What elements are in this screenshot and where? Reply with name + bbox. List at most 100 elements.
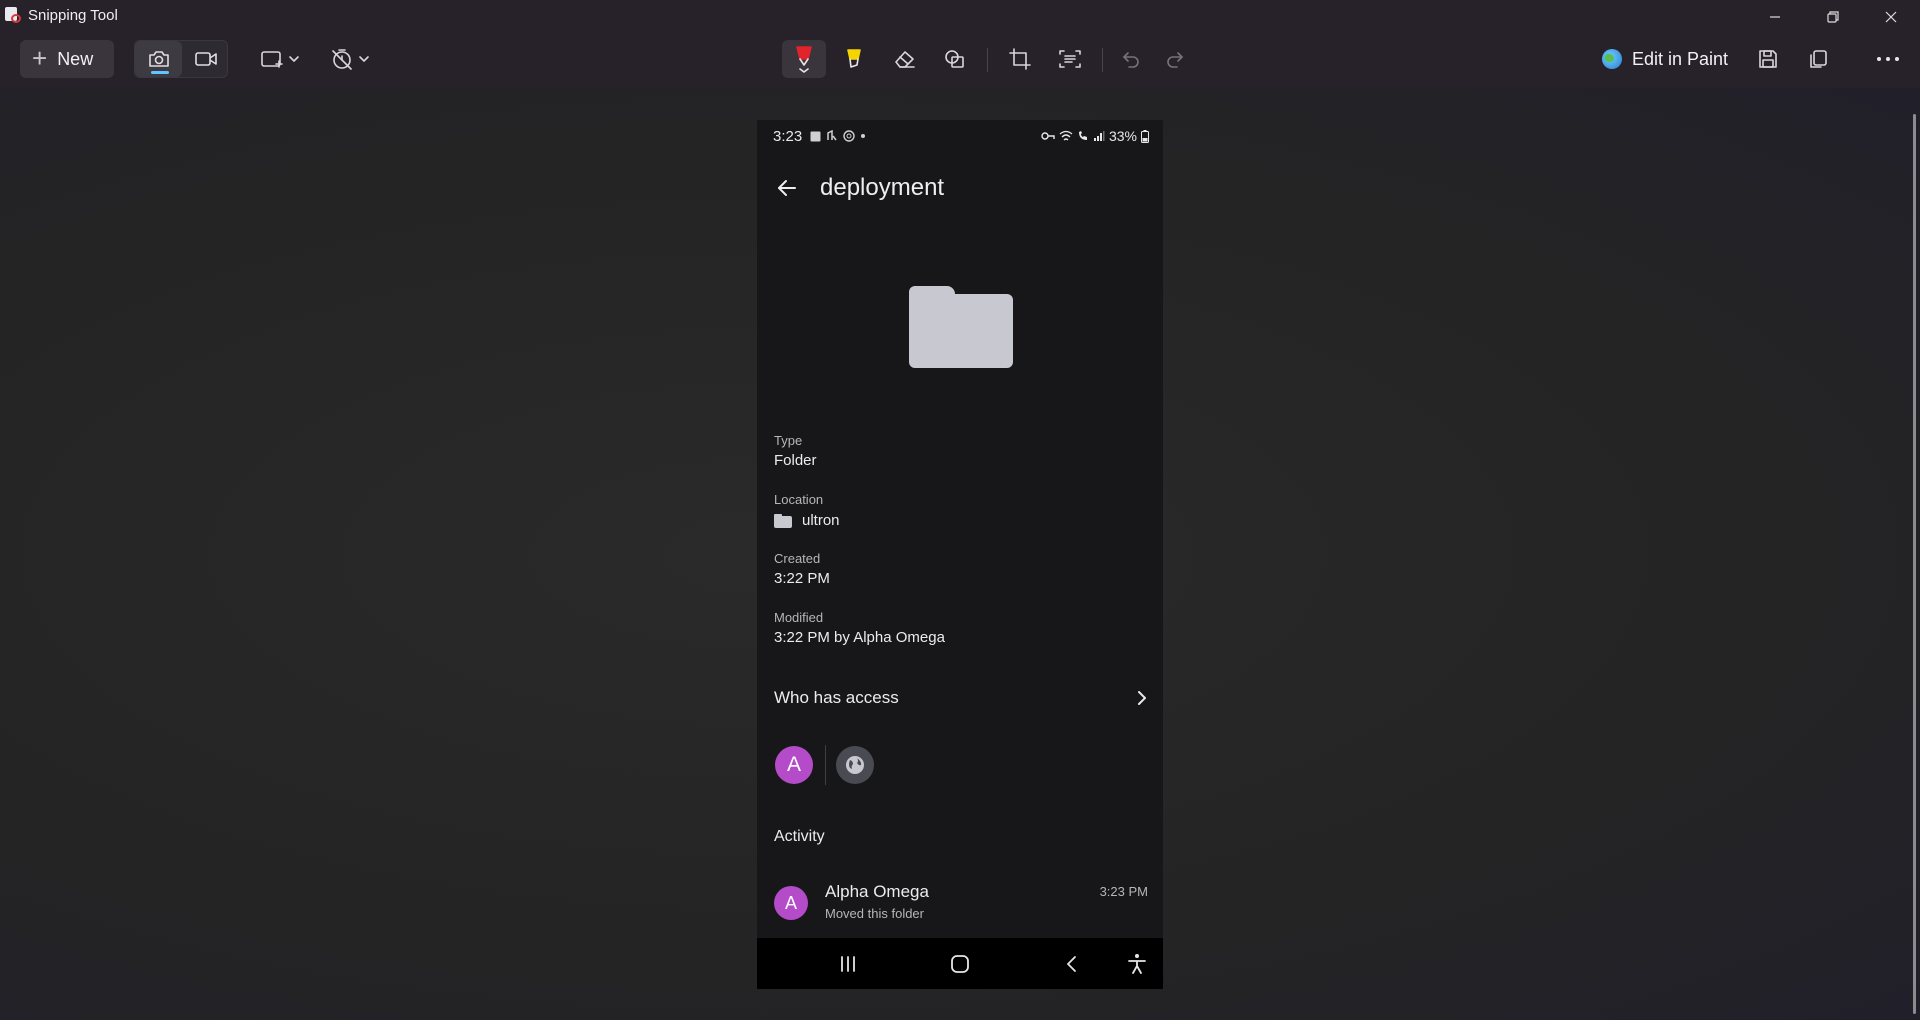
toolbar-divider: [1102, 48, 1103, 72]
vertical-scrollbar[interactable]: [1913, 114, 1916, 1014]
title-bar: Snipping Tool: [0, 0, 1920, 30]
toolbar: + New Edit in Paint: [0, 30, 1920, 88]
chatgpt-icon: [843, 130, 855, 142]
phone-app-bar: deployment: [757, 164, 1163, 212]
more-icon: [1877, 57, 1899, 61]
home-button[interactable]: [935, 938, 985, 989]
save-button[interactable]: [1746, 40, 1790, 78]
recents-icon: [841, 955, 855, 972]
globe-icon: [846, 756, 864, 774]
new-snip-label: New: [57, 48, 94, 69]
activity-description: Moved this folder: [825, 906, 924, 921]
redo-button[interactable]: [1153, 40, 1197, 78]
recents-button[interactable]: [823, 938, 873, 989]
restore-icon: [1827, 11, 1839, 23]
captured-screenshot: 3:23 33% deployment Type Folder Location: [757, 120, 1163, 989]
shapes-icon: [945, 50, 964, 68]
back-button[interactable]: [757, 179, 817, 197]
activity-user-name: Alpha Omega: [825, 882, 929, 901]
edit-in-paint-button[interactable]: Edit in Paint: [1602, 40, 1728, 78]
toolbar-divider: [987, 48, 988, 72]
undo-icon: [1123, 52, 1139, 68]
type-label: Type: [774, 433, 803, 448]
selected-mode-indicator: [151, 71, 169, 74]
location-value: ultron: [802, 512, 840, 529]
app-notification-icon: [827, 130, 837, 141]
pen-icon: [796, 46, 812, 73]
capture-mode-group: [134, 40, 228, 78]
plus-icon: +: [32, 42, 48, 73]
copy-icon: [1810, 50, 1827, 68]
activity-item[interactable]: A Alpha Omega Moved this folder 3:23 PM: [774, 882, 1148, 926]
signal-icon: [1093, 131, 1105, 141]
camera-icon: [148, 51, 169, 67]
paint-app-icon: [1602, 49, 1622, 69]
gallery-icon: [810, 131, 821, 141]
avatar-divider: [825, 745, 826, 785]
accessibility-icon: [1128, 953, 1146, 974]
crop-icon: [1009, 48, 1031, 70]
snipping-tool-app-icon: [4, 6, 22, 24]
highlighter-icon: [847, 49, 861, 68]
chevron-right-icon: [1138, 691, 1146, 705]
location-value-row[interactable]: ultron: [774, 512, 840, 529]
who-has-access-title: Who has access: [774, 688, 899, 707]
save-icon: [1759, 50, 1777, 68]
minimize-icon: [1770, 16, 1780, 18]
vpn-key-icon: [1041, 132, 1055, 140]
battery-percentage: 33%: [1108, 128, 1137, 144]
copy-button[interactable]: [1796, 40, 1840, 78]
folder-title: deployment: [820, 174, 945, 201]
timer-off-icon: [332, 49, 369, 70]
video-mode-button[interactable]: [182, 41, 229, 77]
folder-preview-icon: [909, 286, 1013, 368]
minimize-button[interactable]: [1746, 0, 1804, 34]
restore-button[interactable]: [1804, 0, 1862, 34]
snip-mode-dropdown[interactable]: [256, 40, 304, 78]
shapes-tool-button[interactable]: [933, 40, 977, 78]
type-value: Folder: [774, 452, 817, 469]
owner-avatar[interactable]: A: [775, 746, 813, 784]
wifi-icon: [1059, 130, 1073, 141]
location-label: Location: [774, 492, 824, 507]
back-icon: [1067, 955, 1076, 972]
created-value: 3:22 PM: [774, 570, 830, 587]
highlighter-tool-button[interactable]: [832, 40, 876, 78]
eraser-icon: [895, 51, 915, 68]
close-icon: [1885, 11, 1897, 23]
folder-icon: [774, 513, 792, 528]
dot-icon: [861, 134, 866, 138]
snip-mode-icon: [261, 51, 299, 68]
modified-value: 3:22 PM by Alpha Omega: [774, 629, 945, 646]
activity-title: Activity: [774, 828, 825, 845]
system-status-icons: 33%: [1041, 128, 1149, 144]
modified-label: Modified: [774, 610, 824, 625]
new-snip-button[interactable]: + New: [20, 40, 114, 78]
arrow-left-icon: [778, 180, 796, 196]
pen-tool-button[interactable]: [782, 40, 826, 78]
accessibility-button[interactable]: [1117, 938, 1157, 989]
redo-icon: [1167, 52, 1183, 68]
crop-button[interactable]: [998, 40, 1042, 78]
video-icon: [194, 52, 217, 66]
eraser-tool-button[interactable]: [882, 40, 926, 78]
close-button[interactable]: [1862, 0, 1920, 34]
undo-button[interactable]: [1109, 40, 1153, 78]
edit-in-paint-label: Edit in Paint: [1632, 48, 1729, 69]
access-avatars: A: [775, 745, 874, 785]
battery-icon: [1141, 129, 1149, 143]
screenshot-mode-button[interactable]: [135, 41, 182, 77]
home-icon: [951, 954, 969, 973]
more-options-button[interactable]: [1866, 40, 1910, 78]
link-sharing-avatar[interactable]: [836, 746, 874, 784]
who-has-access-row[interactable]: Who has access: [774, 688, 1148, 708]
nav-back-button[interactable]: [1047, 938, 1097, 989]
activity-time: 3:23 PM: [1099, 884, 1148, 899]
wifi-calling-icon: [1078, 131, 1087, 140]
android-nav-bar: [757, 938, 1163, 989]
activity-avatar: A: [774, 886, 808, 920]
notification-icons: [810, 130, 866, 142]
delay-timer-dropdown[interactable]: [326, 40, 374, 78]
text-actions-button[interactable]: [1048, 40, 1092, 78]
text-actions-icon: [1059, 50, 1081, 68]
